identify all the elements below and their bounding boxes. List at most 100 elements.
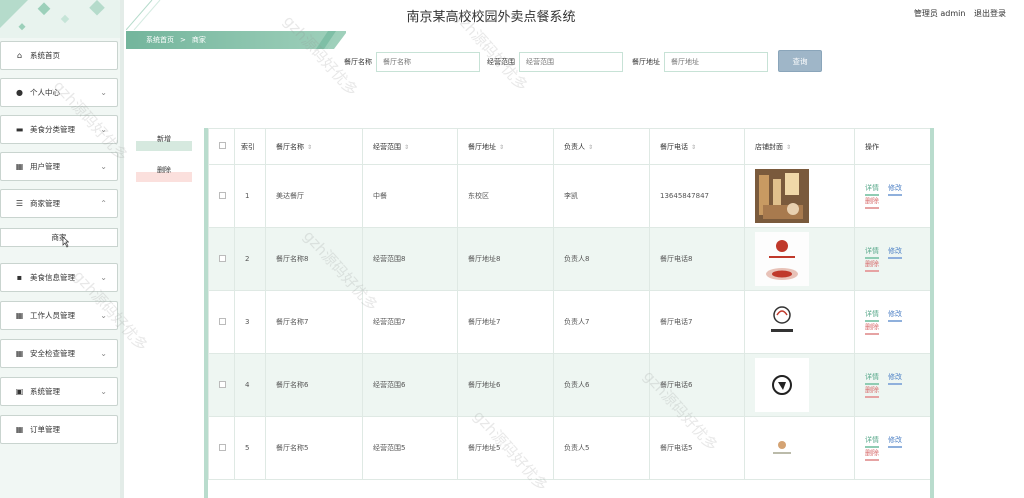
merchant-table: 索引 餐厅名称 ⇕ 经营范围 ⇕ 餐厅地址 ⇕ 负责人 ⇕ 餐厅电话 ⇕ 店铺封面 ⇕ 操作… — [204, 128, 934, 498]
cell-address: 餐厅地址7 — [457, 290, 554, 354]
sidebar-item-food-info[interactable]: ▪ 美食信息管理 ⌄ — [0, 263, 118, 292]
sidebar-item-merchants[interactable]: ☰ 商家管理 ⌃ — [0, 189, 118, 218]
detail-button[interactable]: 详情 — [865, 372, 879, 385]
row-select-cell[interactable] — [208, 164, 235, 228]
sidebar-subitem-merchant[interactable]: 商家 — [0, 228, 118, 247]
header-phone[interactable]: 餐厅电话 ⇕ — [649, 128, 745, 165]
cell-index: 5 — [234, 416, 266, 480]
cell-index: 3 — [234, 290, 266, 354]
checkbox[interactable] — [219, 191, 226, 199]
cell-cover — [744, 227, 855, 291]
row-select-cell[interactable] — [208, 227, 235, 291]
header-address[interactable]: 餐厅地址 ⇕ — [457, 128, 554, 165]
sidebar-item-users[interactable]: ▦ 用户管理 ⌄ — [0, 152, 118, 181]
table-row[interactable]: 3 餐厅名称7 经营范围7 餐厅地址7 负责人7 餐厅电话7 详情 修改删除 — [208, 290, 930, 354]
detail-button[interactable]: 详情 — [865, 435, 879, 448]
header-index: 索引 — [234, 128, 266, 165]
search-scope-input[interactable] — [519, 52, 623, 72]
cell-name: 餐厅名称7 — [265, 290, 363, 354]
checkbox[interactable] — [219, 380, 226, 388]
query-button[interactable]: 查询 — [778, 50, 822, 72]
search-name-group: 餐厅名称 — [344, 52, 480, 72]
cell-address: 东校区 — [457, 164, 554, 228]
header-owner[interactable]: 负责人 ⇕ — [553, 128, 650, 165]
sidebar-item-system[interactable]: ▣ 系统管理 ⌄ — [0, 377, 118, 406]
detail-button[interactable]: 详情 — [865, 309, 879, 322]
row-delete-button[interactable]: 删除 — [865, 322, 879, 335]
cell-cover — [744, 164, 855, 228]
header-scope[interactable]: 经营范围 ⇕ — [362, 128, 458, 165]
cell-owner: 负责人8 — [553, 227, 650, 291]
header-cover[interactable]: 店铺封面 ⇕ — [744, 128, 855, 165]
cell-scope: 经营范围8 — [362, 227, 458, 291]
cell-owner: 负责人7 — [553, 290, 650, 354]
cell-cover — [744, 416, 855, 480]
cell-ops: 详情 修改删除 — [854, 227, 930, 291]
detail-button[interactable]: 详情 — [865, 183, 879, 196]
sidebar-item-orders[interactable]: ▦ 订单管理 — [0, 415, 118, 444]
edit-button[interactable]: 修改 — [888, 435, 902, 448]
user-icon: ● — [16, 88, 23, 97]
table-row[interactable]: 2 餐厅名称8 经营范围8 餐厅地址8 负责人8 餐厅电话8 详情 修改删除 — [208, 227, 930, 291]
row-delete-button[interactable]: 删除 — [865, 196, 879, 209]
cell-ops: 详情 修改删除 — [854, 164, 930, 228]
row-select-cell[interactable] — [208, 353, 235, 417]
header-ops: 操作 — [854, 128, 930, 165]
checkbox[interactable] — [219, 142, 226, 149]
search-name-input[interactable] — [376, 52, 480, 72]
home-icon: ⌂ — [16, 51, 23, 60]
row-select-cell[interactable] — [208, 416, 235, 480]
user-info: 管理员 admin 退出登录 — [908, 8, 1006, 19]
cell-address: 餐厅地址5 — [457, 416, 554, 480]
sort-icon[interactable]: ⇕ — [786, 144, 791, 151]
edit-button[interactable]: 修改 — [888, 246, 902, 259]
cell-ops: 详情 修改删除 — [854, 353, 930, 417]
cell-cover — [744, 290, 855, 354]
delete-button[interactable]: 删除 — [136, 165, 192, 175]
breadcrumb-current: 商家 — [191, 36, 206, 44]
row-delete-button[interactable]: 删除 — [865, 259, 879, 272]
checkbox[interactable] — [219, 317, 226, 325]
cell-name: 餐厅名称8 — [265, 227, 363, 291]
grid-icon: ▦ — [15, 349, 24, 358]
search-address-input[interactable] — [664, 52, 768, 72]
row-delete-button[interactable]: 删除 — [865, 385, 879, 398]
sort-icon[interactable]: ⇕ — [404, 144, 409, 151]
header-name[interactable]: 餐厅名称 ⇕ — [265, 128, 363, 165]
sidebar-item-profile[interactable]: ● 个人中心 ⌄ — [0, 78, 118, 107]
sidebar-item-safety[interactable]: ▦ 安全检查管理 ⌄ — [0, 339, 118, 368]
breadcrumb-home[interactable]: 系统首页 — [146, 35, 174, 45]
cover-image — [755, 232, 809, 286]
cover-image — [755, 169, 809, 223]
cell-owner: 李凯 — [553, 164, 650, 228]
edit-button[interactable]: 修改 — [888, 183, 902, 196]
sort-icon[interactable]: ⇕ — [307, 144, 312, 151]
row-delete-button[interactable]: 删除 — [865, 448, 879, 461]
checkbox[interactable] — [219, 254, 226, 262]
sort-icon[interactable]: ⇕ — [588, 144, 593, 151]
sidebar-scrollbar[interactable] — [120, 0, 124, 498]
cover-image — [755, 358, 809, 412]
table-row[interactable]: 1 美达餐厅 中餐 东校区 李凯 13645847847 详情 修改删除 — [208, 164, 930, 228]
sidebar-item-home[interactable]: ⌂ 系统首页 — [0, 41, 118, 70]
sort-icon[interactable]: ⇕ — [499, 144, 504, 151]
sidebar-item-staff[interactable]: ▦ 工作人员管理 ⌄ — [0, 301, 118, 330]
table-row[interactable]: 5 餐厅名称5 经营范围5 餐厅地址5 负责人5 餐厅电话5 详情 修改删除 — [208, 416, 930, 480]
grid-icon: ▦ — [15, 425, 24, 434]
cell-index: 1 — [234, 164, 266, 228]
edit-button[interactable]: 修改 — [888, 309, 902, 322]
add-button[interactable]: 新增 — [136, 134, 192, 144]
checkbox[interactable] — [219, 443, 226, 451]
table-row[interactable]: 4 餐厅名称6 经营范围6 餐厅地址6 负责人6 餐厅电话6 详情 修改删除 — [208, 353, 930, 417]
header: 南京某高校校园外卖点餐系统 管理员 admin 退出登录 系统首页 > 商家 — [126, 0, 1024, 60]
grid-icon: ▦ — [15, 162, 24, 171]
sidebar-item-food-category[interactable]: ▬ 美食分类管理 ⌄ — [0, 115, 118, 144]
header-select-all[interactable] — [208, 128, 235, 165]
table-header-row: 索引 餐厅名称 ⇕ 经营范围 ⇕ 餐厅地址 ⇕ 负责人 ⇕ 餐厅电话 ⇕ 店铺封面 ⇕ 操作 — [208, 128, 930, 165]
logout-link[interactable]: 退出登录 — [974, 9, 1006, 18]
cell-address: 餐厅地址8 — [457, 227, 554, 291]
sort-icon[interactable]: ⇕ — [691, 144, 696, 151]
edit-button[interactable]: 修改 — [888, 372, 902, 385]
row-select-cell[interactable] — [208, 290, 235, 354]
detail-button[interactable]: 详情 — [865, 246, 879, 259]
